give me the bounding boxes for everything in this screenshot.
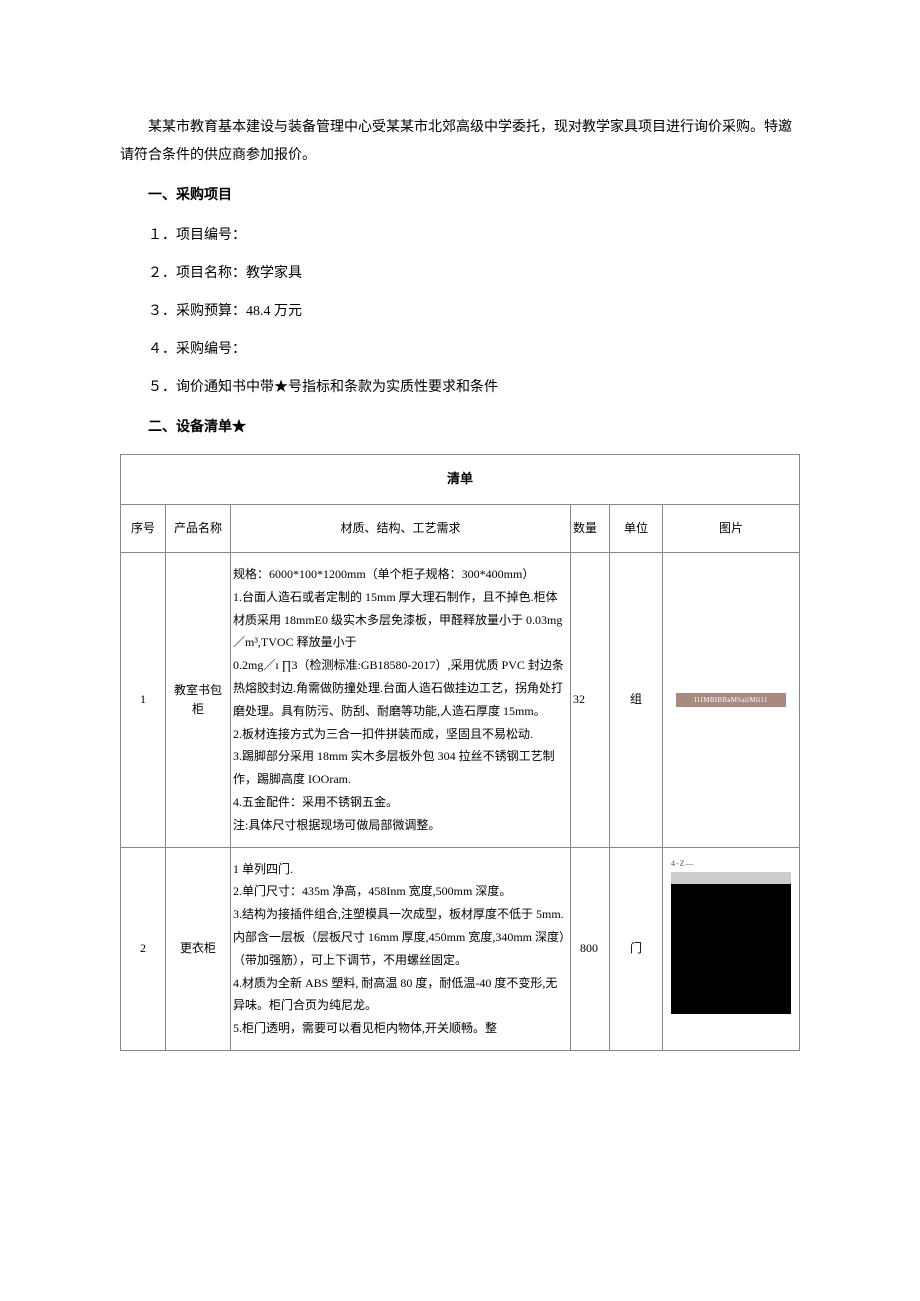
product-image-placeholder: 4-Z— xyxy=(671,858,791,1015)
equipment-table: 清单 序号 产品名称 材质、结构、工艺需求 数量 单位 图片 1 教室书包柜 规… xyxy=(120,454,800,1051)
list-item-1: １．项目编号： xyxy=(120,222,800,250)
list-item-5: ５．询价通知书中带★号指标和条款为实质性要求和条件 xyxy=(120,374,800,402)
table-row: 2 更衣柜 1 单列四门. 2.单门尺寸：435m 净高，458Inm 宽度,5… xyxy=(121,847,800,1050)
row1-qty: 32 xyxy=(571,552,610,847)
row2-qty: 800 xyxy=(571,847,610,1050)
row2-seq: 2 xyxy=(121,847,166,1050)
table-row: 1 教室书包柜 规格：6000*100*1200mm（单个柜子规格：300*40… xyxy=(121,552,800,847)
row2-img-cell: 4-Z— xyxy=(663,847,800,1050)
image-label: 4-Z— xyxy=(671,858,791,873)
list-item-4: ４．采购编号： xyxy=(120,336,800,364)
image-block-main xyxy=(671,884,791,1014)
row1-img-cell: I1IMBIBBaMSaiiMll11 xyxy=(663,552,800,847)
list-item-3: ３．采购预算：48.4 万元 xyxy=(120,298,800,326)
section-1-title: 一、采购项目 xyxy=(120,182,800,210)
image-block-top xyxy=(671,872,791,884)
intro-paragraph: 某某市教育基本建设与装备管理中心受某某市北郊高级中学委托，现对教学家具项目进行询… xyxy=(120,114,800,170)
row1-seq: 1 xyxy=(121,552,166,847)
col-qty-header: 数量 xyxy=(571,504,610,552)
col-img-header: 图片 xyxy=(663,504,800,552)
row2-spec: 1 单列四门. 2.单门尺寸：435m 净高，458Inm 宽度,500mm 深… xyxy=(231,847,571,1050)
row2-name: 更衣柜 xyxy=(166,847,231,1050)
row1-unit: 组 xyxy=(610,552,663,847)
section-2-title: 二、设备清单★ xyxy=(120,414,800,442)
list-item-2: ２．项目名称：教学家具 xyxy=(120,260,800,288)
table-header-row: 序号 产品名称 材质、结构、工艺需求 数量 单位 图片 xyxy=(121,504,800,552)
col-seq-header: 序号 xyxy=(121,504,166,552)
col-name-header: 产品名称 xyxy=(166,504,231,552)
col-unit-header: 单位 xyxy=(610,504,663,552)
product-image-placeholder: I1IMBIBBaMSaiiMll11 xyxy=(676,693,786,707)
row2-unit: 门 xyxy=(610,847,663,1050)
col-spec-header: 材质、结构、工艺需求 xyxy=(231,504,571,552)
table-caption: 清单 xyxy=(121,455,800,505)
row1-spec: 规格：6000*100*1200mm（单个柜子规格：300*400mm） 1.台… xyxy=(231,552,571,847)
row1-name: 教室书包柜 xyxy=(166,552,231,847)
